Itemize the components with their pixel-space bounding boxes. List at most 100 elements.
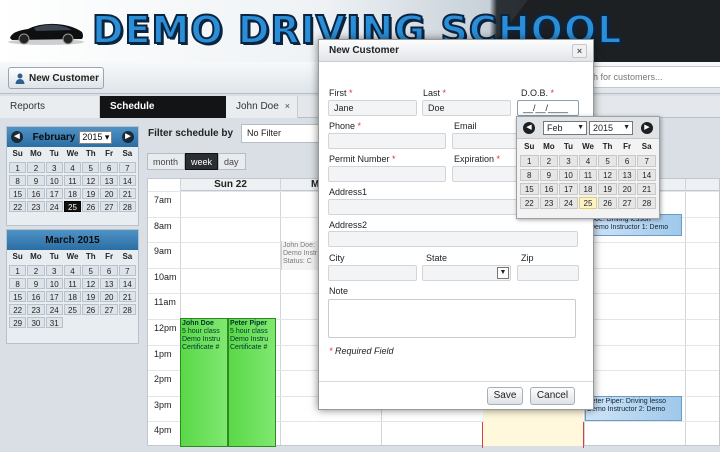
- last-name-input[interactable]: Doe: [422, 100, 511, 116]
- day-cell[interactable]: 24: [559, 197, 578, 209]
- close-tab-icon[interactable]: ×: [285, 101, 290, 111]
- month-select[interactable]: Feb ▼: [543, 121, 587, 135]
- day-cell[interactable]: 10: [45, 278, 63, 289]
- day-cell[interactable]: 2: [27, 265, 45, 276]
- day-cell[interactable]: 27: [100, 201, 118, 212]
- day-cell[interactable]: 7: [118, 162, 136, 173]
- day-cell[interactable]: 21: [637, 183, 656, 195]
- day-cell[interactable]: 15: [9, 291, 27, 302]
- first-name-input[interactable]: Jane: [328, 100, 417, 116]
- day-cell[interactable]: 2: [539, 155, 559, 167]
- view-day-button[interactable]: day: [218, 153, 246, 170]
- day-cell[interactable]: 29: [9, 317, 27, 328]
- day-cell[interactable]: 9: [27, 175, 45, 186]
- day-cell[interactable]: 11: [578, 169, 598, 181]
- day-cell[interactable]: 4: [63, 162, 82, 173]
- day-cell[interactable]: 25: [63, 304, 82, 315]
- day-cell[interactable]: 24: [45, 304, 63, 315]
- day-cell[interactable]: 3: [45, 162, 63, 173]
- day-cell[interactable]: 19: [598, 183, 617, 195]
- day-cell[interactable]: 21: [118, 188, 136, 199]
- day-cell[interactable]: 22: [9, 304, 27, 315]
- address1-input[interactable]: [328, 199, 518, 215]
- state-select[interactable]: ▼: [422, 265, 511, 281]
- day-cell[interactable]: 10: [45, 175, 63, 186]
- day-cell[interactable]: 31: [45, 317, 63, 328]
- day-cell[interactable]: 16: [27, 291, 45, 302]
- day-cell[interactable]: 3: [559, 155, 578, 167]
- event-driving-lesson-bottom[interactable]: Peter Piper: Driving lesso Demo Instruct…: [585, 396, 682, 421]
- prev-month-icon[interactable]: ◀: [11, 131, 23, 143]
- day-cell[interactable]: 3: [45, 265, 63, 276]
- year-select[interactable]: 2015 ▼: [589, 121, 633, 135]
- day-cell[interactable]: 15: [9, 188, 27, 199]
- day-cell[interactable]: 9: [27, 278, 45, 289]
- day-cell[interactable]: 13: [617, 169, 637, 181]
- day-cell[interactable]: 28: [118, 201, 136, 212]
- day-cell[interactable]: 23: [27, 201, 45, 212]
- day-cell[interactable]: 14: [118, 278, 136, 289]
- cancel-button[interactable]: Cancel: [530, 387, 575, 405]
- day-cell[interactable]: 2: [27, 162, 45, 173]
- day-cell[interactable]: 21: [118, 291, 136, 302]
- day-cell[interactable]: 7: [637, 155, 656, 167]
- day-cell[interactable]: 24: [45, 201, 63, 212]
- day-cell[interactable]: 9: [539, 169, 559, 181]
- note-textarea[interactable]: [328, 299, 576, 338]
- day-cell[interactable]: 26: [82, 201, 100, 212]
- next-month-icon[interactable]: ▶: [122, 131, 134, 143]
- event-john-doe-monday[interactable]: John Doe: Demo Instr Status: C: [281, 241, 318, 270]
- day-cell[interactable]: 6: [100, 162, 118, 173]
- day-cell[interactable]: 28: [118, 304, 136, 315]
- day-cell[interactable]: 27: [617, 197, 637, 209]
- day-cell[interactable]: 26: [82, 304, 100, 315]
- day-cell[interactable]: 17: [45, 188, 63, 199]
- day-cell[interactable]: 14: [118, 175, 136, 186]
- day-cell[interactable]: 8: [9, 278, 27, 289]
- day-cell[interactable]: 25: [63, 201, 82, 212]
- close-icon[interactable]: ×: [572, 44, 587, 58]
- day-cell[interactable]: 6: [100, 265, 118, 276]
- day-cell[interactable]: 18: [63, 188, 82, 199]
- day-cell[interactable]: 1: [520, 155, 539, 167]
- day-cell[interactable]: 18: [578, 183, 598, 195]
- day-cell[interactable]: 12: [82, 175, 100, 186]
- day-cell[interactable]: 8: [9, 175, 27, 186]
- email-input[interactable]: [452, 133, 518, 149]
- next-month-icon[interactable]: ▶: [641, 122, 653, 134]
- permit-number-input[interactable]: [328, 166, 446, 182]
- day-cell[interactable]: 22: [9, 201, 27, 212]
- day-cell[interactable]: 18: [63, 291, 82, 302]
- zip-input[interactable]: [517, 265, 579, 281]
- day-cell[interactable]: 20: [100, 291, 118, 302]
- day-cell[interactable]: 11: [63, 278, 82, 289]
- tab-schedule[interactable]: Schedule: [100, 96, 226, 118]
- day-cell[interactable]: 19: [82, 188, 100, 199]
- day-cell[interactable]: 20: [617, 183, 637, 195]
- day-cell[interactable]: 20: [100, 188, 118, 199]
- year-select[interactable]: 2015 ▾: [79, 130, 113, 144]
- day-cell[interactable]: 25: [578, 197, 598, 209]
- day-cell[interactable]: 12: [82, 278, 100, 289]
- event-john-doe[interactable]: John Doe 5 hour class Demo Instru Certif…: [180, 318, 228, 447]
- day-cell[interactable]: 7: [118, 265, 136, 276]
- day-cell[interactable]: 23: [539, 197, 559, 209]
- dob-input[interactable]: __/__/____: [517, 100, 579, 116]
- day-cell[interactable]: 4: [578, 155, 598, 167]
- day-cell[interactable]: 13: [100, 278, 118, 289]
- day-cell[interactable]: 16: [539, 183, 559, 195]
- customer-search-input[interactable]: h for customers...: [586, 66, 720, 88]
- day-cell[interactable]: 26: [598, 197, 617, 209]
- day-cell[interactable]: 17: [559, 183, 578, 195]
- day-cell[interactable]: 1: [9, 162, 27, 173]
- day-cell[interactable]: 19: [82, 291, 100, 302]
- day-cell[interactable]: 17: [45, 291, 63, 302]
- day-cell[interactable]: 27: [100, 304, 118, 315]
- view-month-button[interactable]: month: [147, 153, 185, 170]
- day-cell[interactable]: 1: [9, 265, 27, 276]
- day-cell[interactable]: 5: [82, 265, 100, 276]
- day-cell[interactable]: 6: [617, 155, 637, 167]
- view-week-button[interactable]: week: [185, 153, 218, 170]
- day-cell[interactable]: 16: [27, 188, 45, 199]
- day-cell[interactable]: 15: [520, 183, 539, 195]
